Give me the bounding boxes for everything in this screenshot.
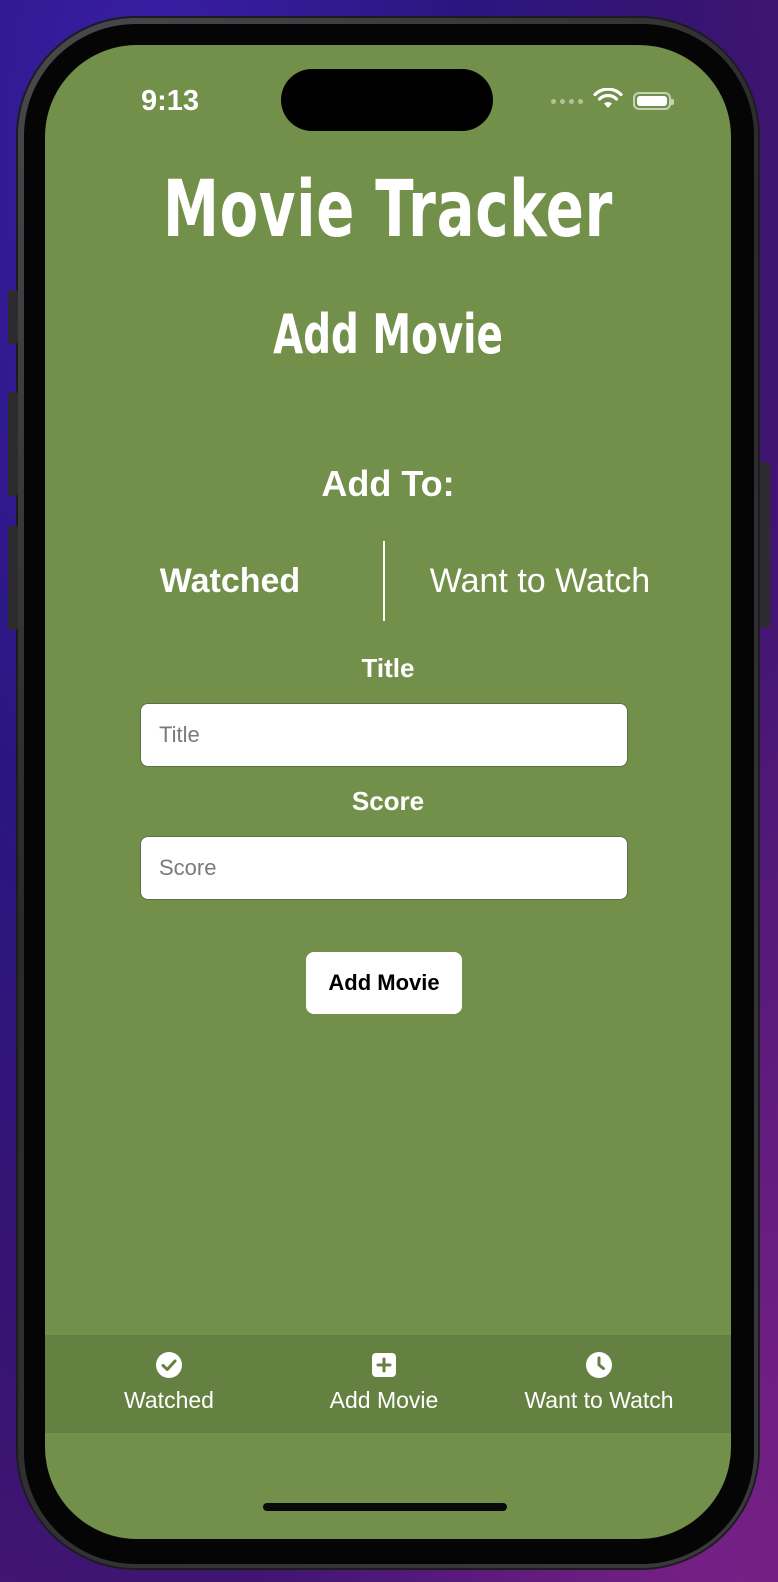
dynamic-island (281, 69, 493, 131)
score-label: Score (351, 786, 425, 816)
app-screen: 9:13 Movie Tracker Add Movie Add To: Wat… (45, 45, 731, 1539)
tab-add-movie-label: Add Movie (329, 1387, 439, 1413)
tab-add-movie[interactable]: Add Movie (284, 1335, 484, 1433)
list-segmented-control: Watched Want to Watch (45, 541, 731, 621)
app-title: Movie Tracker (163, 165, 613, 255)
tab-want-to-watch-label: Want to Watch (524, 1387, 674, 1413)
tab-want-to-watch[interactable]: Want to Watch (499, 1335, 699, 1433)
tab-bar: Watched Add Movie Want to Watch (45, 1335, 731, 1433)
title-input[interactable] (140, 703, 628, 767)
title-label: Title (361, 653, 415, 683)
side-power-button (760, 462, 770, 628)
segment-watched[interactable]: Watched (125, 541, 335, 621)
page-title: Add Movie (273, 303, 503, 366)
plus-square-icon (370, 1351, 398, 1379)
score-input[interactable] (140, 836, 628, 900)
segment-want-to-watch[interactable]: Want to Watch (415, 541, 665, 621)
clock-icon (585, 1351, 613, 1379)
action-button (8, 290, 18, 344)
status-icons (551, 87, 674, 115)
segment-divider (383, 541, 385, 621)
checkmark-circle-icon (155, 1351, 183, 1379)
add-movie-button[interactable]: Add Movie (306, 952, 462, 1014)
status-bar: 9:13 (45, 45, 731, 157)
battery-icon (633, 92, 674, 110)
home-indicator (263, 1503, 507, 1511)
status-time: 9:13 (141, 85, 200, 117)
volume-up-button (8, 392, 18, 496)
wifi-icon (593, 87, 623, 115)
add-to-label: Add To: (321, 463, 455, 504)
tab-watched-label: Watched (124, 1387, 214, 1413)
cellular-signal-icon (551, 98, 583, 104)
tab-watched[interactable]: Watched (69, 1335, 269, 1433)
volume-down-button (8, 526, 18, 630)
